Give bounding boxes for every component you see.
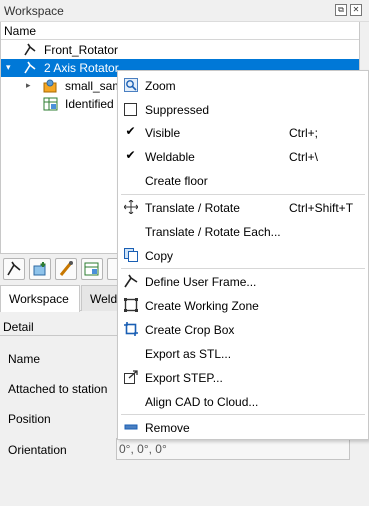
tree-item-label: Front_Rotator (44, 43, 119, 57)
close-icon[interactable]: ✕ (350, 4, 362, 16)
property-name-label: Name (8, 352, 41, 366)
menu-item-label: Remove (145, 421, 190, 435)
menu-item-export-step[interactable]: Export STEP... (118, 366, 368, 390)
menu-item-visible[interactable]: ✔ Visible Ctrl+; (118, 121, 368, 145)
tab-label: Workspace (9, 292, 69, 306)
workspace-dock-title: Workspace ⧉ ✕ (0, 0, 369, 22)
tool-button[interactable] (55, 258, 77, 280)
rotator-icon (24, 43, 36, 56)
menu-shortcut: Ctrl+Shift+T (289, 201, 354, 215)
crop-box-icon (124, 322, 138, 336)
checkmark-icon[interactable]: ✔ (124, 149, 137, 163)
rotator-icon (24, 61, 36, 74)
menu-separator (121, 194, 365, 195)
remove-icon (124, 424, 138, 430)
collapse-arrow-icon[interactable]: ▾ (6, 62, 16, 74)
rotator-icon (7, 261, 21, 276)
menu-item-suppressed[interactable]: Suppressed (118, 98, 368, 122)
context-menu: Zoom Suppressed ✔ Visible Ctrl+; ✔ Welda… (117, 70, 369, 440)
dock-title-label: Workspace (4, 4, 64, 18)
menu-item-align-cad-to-cloud[interactable]: Align CAD to Cloud... (118, 390, 368, 414)
tree-column-header: Name (1, 22, 359, 40)
table-button[interactable] (81, 258, 103, 280)
menu-item-label: Weldable (145, 150, 195, 164)
property-orientation-label: Orientation (8, 443, 67, 457)
menu-item-label: Create Working Zone (145, 299, 259, 313)
property-station-label: Attached to station (8, 382, 108, 396)
working-zone-icon (124, 298, 138, 312)
menu-item-label: Align CAD to Cloud... (145, 395, 259, 409)
identified-table-icon (43, 97, 58, 111)
menu-item-weldable[interactable]: ✔ Weldable Ctrl+\ (118, 145, 368, 169)
menu-shortcut: Ctrl+\ (289, 150, 319, 164)
tab-label: Weld (90, 292, 118, 306)
menu-item-label: Suppressed (145, 103, 210, 117)
property-position-label: Position (8, 412, 51, 426)
menu-separator (121, 268, 365, 269)
menu-item-label: Create Crop Box (145, 323, 235, 337)
move-icon (124, 200, 138, 214)
float-icon[interactable]: ⧉ (335, 4, 347, 16)
menu-item-label: Copy (145, 249, 174, 263)
menu-item-label: Visible (145, 126, 181, 140)
tab-workspace[interactable]: Workspace (0, 285, 80, 312)
menu-item-create-crop-box[interactable]: Create Crop Box (118, 318, 368, 342)
expand-arrow-icon[interactable]: ▸ (26, 80, 36, 92)
menu-item-define-user-frame[interactable]: Define User Frame... (118, 270, 368, 294)
torch-icon (59, 261, 73, 276)
part-add-icon (33, 262, 46, 276)
table-add-icon (84, 262, 99, 276)
add-rotator-button[interactable] (3, 258, 25, 280)
menu-item-label: Create floor (145, 174, 208, 188)
export-step-icon (124, 370, 138, 384)
orientation-field[interactable]: 0°, 0°, 0° (116, 438, 350, 460)
copy-icon (124, 248, 138, 262)
column-name-label: Name (4, 24, 37, 38)
menu-item-create-working-zone[interactable]: Create Working Zone (118, 294, 368, 318)
menu-item-label: Zoom (145, 79, 176, 93)
frame-icon (124, 274, 138, 288)
menu-item-label: Translate / Rotate (145, 201, 240, 215)
menu-item-create-floor[interactable]: Create floor (118, 169, 368, 193)
menu-item-zoom[interactable]: Zoom (118, 74, 368, 98)
tree-item-label: Identified (65, 97, 114, 111)
menu-item-translate-rotate-each[interactable]: Translate / Rotate Each... (118, 220, 368, 244)
unchecked-box-icon[interactable] (124, 103, 137, 116)
orientation-value: 0°, 0°, 0° (119, 442, 167, 456)
menu-item-remove[interactable]: Remove (118, 416, 368, 440)
tree-item-label: small_sam (65, 79, 123, 93)
tree-item-label: 2 Axis Rotator (44, 61, 119, 75)
menu-separator (121, 414, 365, 415)
part-icon (43, 79, 57, 93)
add-part-button[interactable] (29, 258, 51, 280)
menu-shortcut: Ctrl+; (289, 126, 319, 140)
menu-item-label: Export STEP... (145, 371, 223, 385)
zoom-icon (124, 78, 138, 92)
detail-title: Detail (3, 320, 34, 334)
menu-item-copy[interactable]: Copy (118, 244, 368, 268)
checkmark-icon[interactable]: ✔ (124, 125, 137, 139)
menu-item-label: Define User Frame... (145, 275, 257, 289)
tree-item-front-rotator[interactable]: Front_Rotator (1, 41, 359, 59)
menu-item-translate-rotate[interactable]: Translate / Rotate Ctrl+Shift+T (118, 196, 368, 220)
menu-item-export-stl[interactable]: Export as STL... (118, 342, 368, 366)
menu-item-label: Translate / Rotate Each... (145, 225, 281, 239)
menu-item-label: Export as STL... (145, 347, 232, 361)
